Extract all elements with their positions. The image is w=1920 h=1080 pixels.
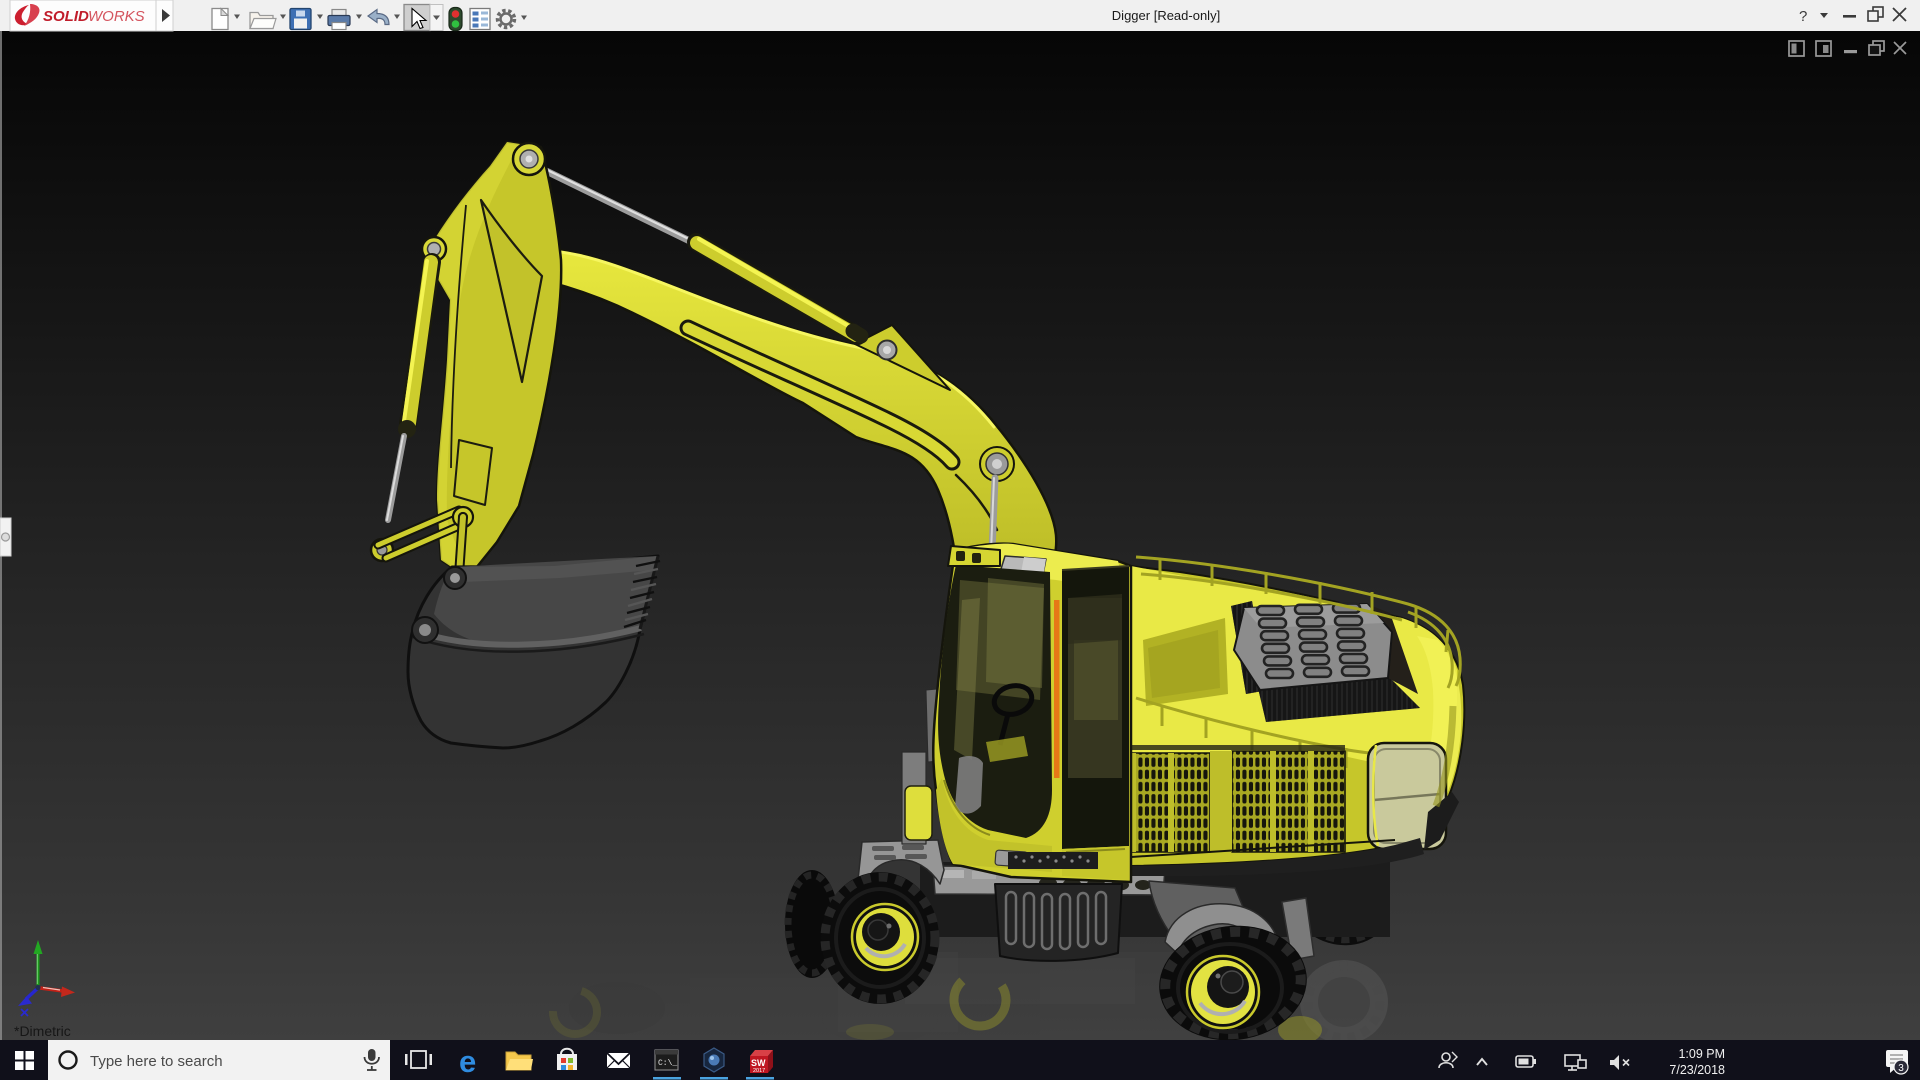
svg-text:SOLID: SOLID <box>43 8 89 25</box>
svg-text:2017: 2017 <box>753 1068 765 1074</box>
svg-text:C:\_: C:\_ <box>658 1059 677 1068</box>
svg-text:1:09 PM: 1:09 PM <box>1678 1047 1725 1061</box>
svg-text:SW: SW <box>751 1058 766 1068</box>
svg-text:Digger [Read-only]: Digger [Read-only] <box>1112 8 1220 23</box>
svg-text:WORKS: WORKS <box>88 8 145 25</box>
svg-text:Type here to search: Type here to search <box>90 1053 223 1070</box>
svg-text:3: 3 <box>1898 1063 1904 1074</box>
svg-text:7/23/2018: 7/23/2018 <box>1669 1063 1725 1077</box>
svg-text:*Dimetric: *Dimetric <box>14 1023 71 1039</box>
svg-text:?: ? <box>1799 8 1807 25</box>
svg-text:e: e <box>459 1044 476 1079</box>
